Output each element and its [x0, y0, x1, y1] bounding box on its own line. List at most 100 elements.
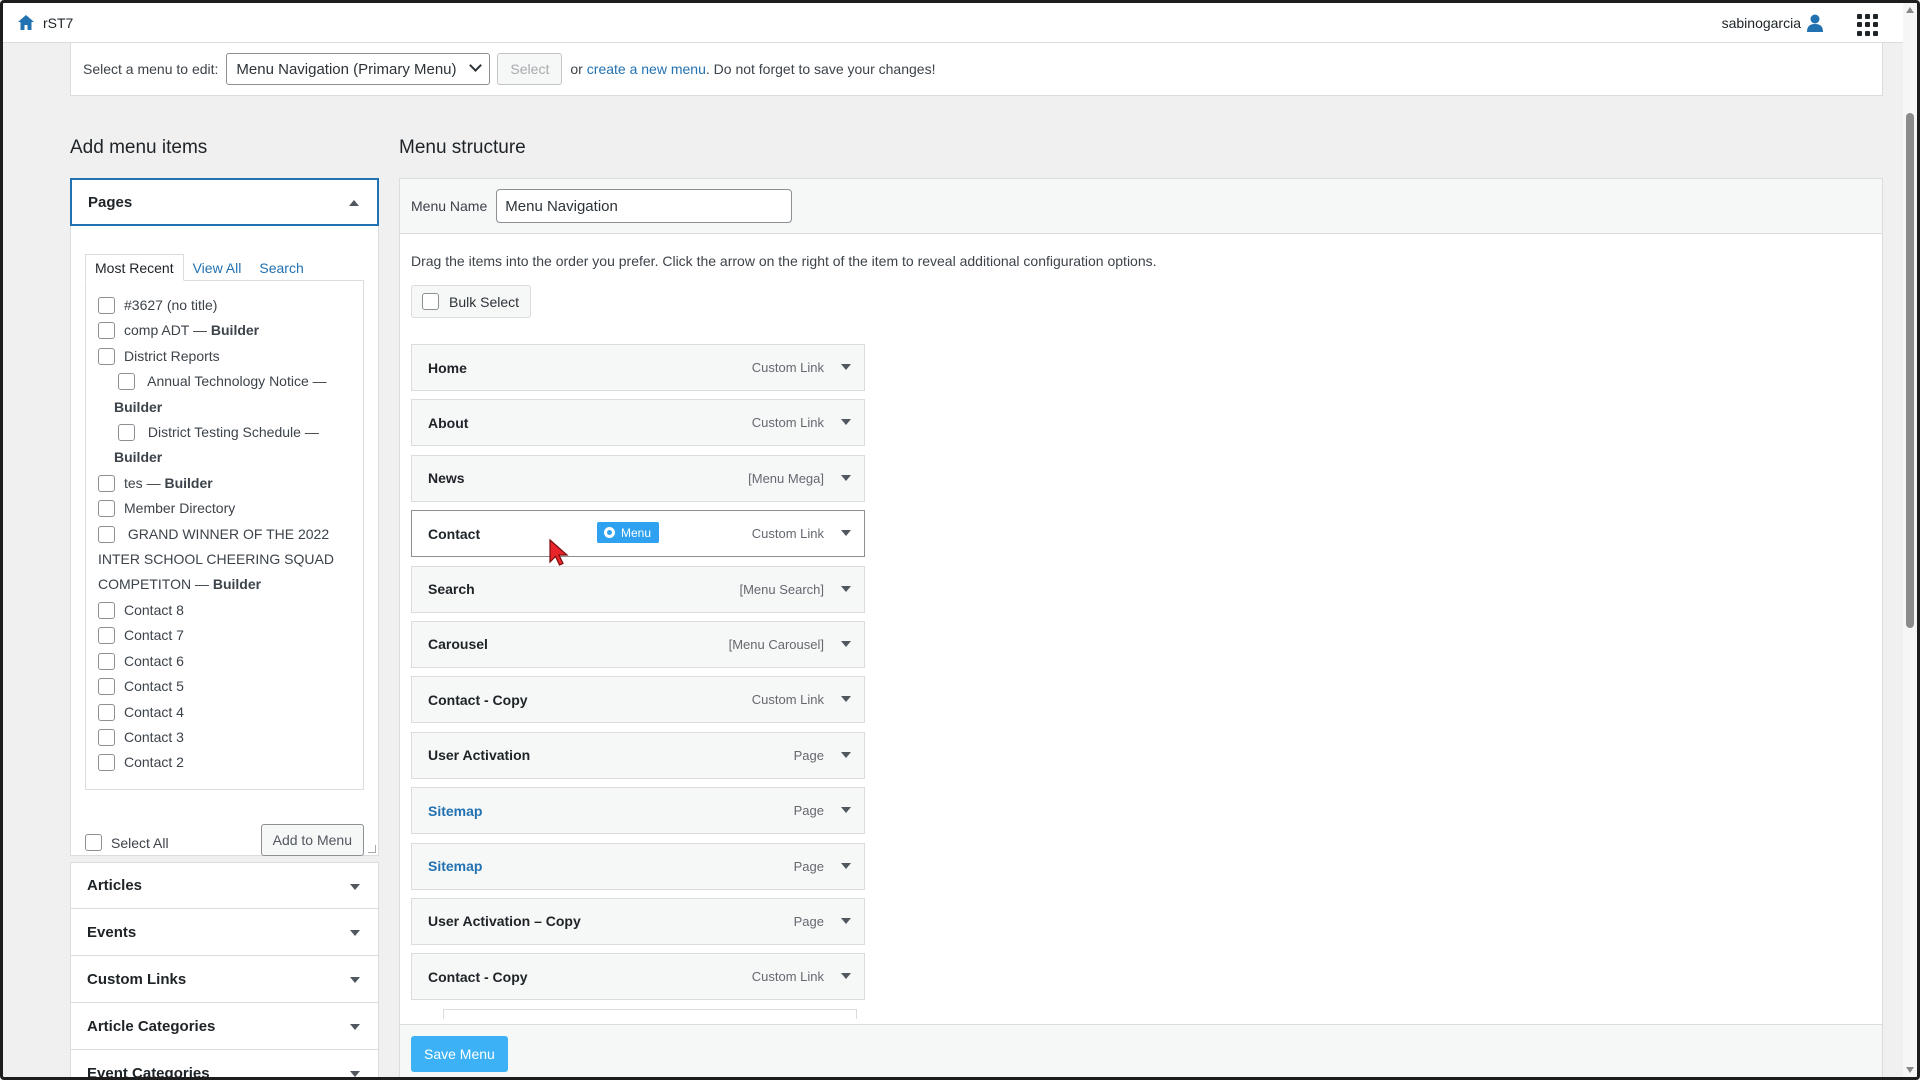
home-icon[interactable] [16, 13, 36, 33]
select-all-checkbox[interactable] [85, 834, 102, 851]
save-reminder-text: . Do not forget to save your changes! [705, 61, 936, 77]
menu-name-input[interactable]: Menu Navigation [496, 189, 793, 223]
pages-tabs: Most Recent View All Search [85, 254, 364, 281]
expand-arrow-icon[interactable] [350, 1071, 360, 1077]
app-frame: rST7 sabinogarcia Select a menu to edit:… [0, 0, 1920, 1080]
bulk-select-checkbox[interactable] [422, 293, 439, 310]
menu-item[interactable]: Search [Menu Search] [411, 565, 865, 613]
menu-item[interactable]: About Custom Link [411, 399, 865, 447]
page-checkbox[interactable] [118, 373, 135, 391]
page-checkbox[interactable] [98, 652, 115, 670]
page-item[interactable]: District Reports [98, 344, 351, 369]
events-accordion-header[interactable]: Events [70, 909, 379, 956]
tab-view-all[interactable]: View All [184, 254, 251, 281]
page-checkbox[interactable] [98, 347, 115, 365]
item-toggle-arrow-icon[interactable] [841, 640, 851, 647]
page-item[interactable]: Contact 2 [98, 750, 351, 775]
menu-name-label: Menu Name [411, 198, 488, 214]
page-checkbox[interactable] [98, 703, 115, 721]
menu-item-type: Custom Link [751, 526, 824, 542]
menu-select-bar: Select a menu to edit: Menu Navigation (… [70, 43, 1883, 96]
page-scrollbar[interactable] [1903, 3, 1917, 1077]
item-toggle-arrow-icon[interactable] [841, 973, 851, 980]
page-item[interactable]: Contact 7 [98, 623, 351, 648]
page-item[interactable]: Contact 4 [98, 700, 351, 725]
add-to-menu-button[interactable]: Add to Menu [260, 824, 364, 856]
collapse-arrow-icon[interactable] [349, 200, 359, 206]
item-toggle-arrow-icon[interactable] [841, 419, 851, 426]
scroll-up-icon[interactable] [1906, 7, 1914, 13]
scrollbar-thumb[interactable] [1906, 113, 1914, 628]
menu-item[interactable]: News [Menu Mega] [411, 454, 865, 502]
site-name[interactable]: rST7 [43, 15, 73, 31]
item-toggle-arrow-icon[interactable] [841, 751, 851, 758]
item-toggle-arrow-icon[interactable] [841, 585, 851, 592]
item-toggle-arrow-icon[interactable] [841, 530, 851, 537]
menu-item-title: User Activation [428, 747, 531, 764]
apps-grid-icon[interactable] [1857, 14, 1879, 36]
page-checkbox[interactable] [98, 500, 115, 518]
pages-accordion-body: Most Recent View All Search #3627 (no ti… [70, 226, 379, 856]
page-checkbox[interactable] [98, 322, 115, 340]
page-item[interactable]: Contact 8 [98, 598, 351, 623]
item-toggle-arrow-icon[interactable] [841, 364, 851, 370]
menu-select-dropdown[interactable]: Menu Navigation (Primary Menu) [226, 53, 491, 85]
page-item[interactable]: Contact 5 [98, 674, 351, 699]
select-button[interactable]: Select [497, 53, 563, 85]
expand-arrow-icon[interactable] [350, 884, 360, 890]
article-categories-accordion-header[interactable]: Article Categories [70, 1003, 379, 1050]
resize-handle[interactable] [368, 845, 376, 853]
page-checkbox[interactable] [98, 754, 115, 772]
page-checkbox[interactable] [98, 525, 115, 543]
page-item[interactable]: tes — Builder [98, 471, 351, 496]
custom-links-accordion-header[interactable]: Custom Links [70, 956, 379, 1003]
page-checkbox[interactable] [98, 728, 115, 746]
mega-menu-badge[interactable]: Menu [597, 522, 660, 544]
menu-item-title: Home [428, 359, 467, 376]
menu-item[interactable]: User Activation – Copy Page [411, 897, 865, 945]
expand-arrow-icon[interactable] [350, 930, 360, 936]
pages-accordion-header[interactable]: Pages [70, 178, 379, 226]
item-toggle-arrow-icon[interactable] [841, 917, 851, 924]
create-new-menu-link[interactable]: create a new menu [587, 61, 706, 77]
page-checkbox[interactable] [98, 678, 115, 696]
menu-item[interactable]: User Activation Page [411, 731, 865, 779]
user-icon[interactable] [1806, 13, 1826, 33]
page-item[interactable]: #3627 (no title) [98, 293, 351, 318]
tab-search[interactable]: Search [250, 254, 312, 281]
page-item[interactable]: Contact 3 [98, 725, 351, 750]
item-toggle-arrow-icon[interactable] [841, 696, 851, 703]
page-item[interactable]: Member Directory [98, 496, 351, 521]
tab-most-recent[interactable]: Most Recent [85, 254, 184, 281]
page-checkbox[interactable] [118, 424, 135, 442]
page-item[interactable]: GRAND WINNER OF THE 2022 INTER SCHOOL CH… [98, 522, 351, 598]
page-checkbox[interactable] [98, 474, 115, 492]
articles-accordion-header[interactable]: Articles [70, 862, 379, 909]
page-checkbox[interactable] [98, 297, 115, 314]
page-checkbox[interactable] [98, 601, 115, 619]
menu-item[interactable]: Sitemap Page [411, 842, 865, 890]
menu-item[interactable]: Contact Menu Custom Link [411, 510, 865, 558]
menu-item[interactable]: Contact - Copy Custom Link [411, 953, 865, 1001]
bulk-select[interactable]: Bulk Select [411, 285, 532, 318]
page-item[interactable]: Annual Technology Notice — Builder [98, 369, 351, 420]
menu-item[interactable]: Sitemap Page [411, 787, 865, 835]
menu-item[interactable]: Contact - Copy Custom Link [411, 676, 865, 724]
page-item[interactable]: District Testing Schedule — Builder [98, 420, 351, 471]
item-toggle-arrow-icon[interactable] [841, 807, 851, 814]
item-toggle-arrow-icon[interactable] [841, 862, 851, 869]
select-all[interactable]: Select All [85, 834, 169, 851]
item-toggle-arrow-icon[interactable] [841, 474, 851, 481]
scroll-down-icon[interactable] [1906, 1067, 1914, 1073]
event-categories-accordion-header[interactable]: Event Categories [70, 1050, 379, 1077]
menu-item[interactable]: Carousel [Menu Carousel] [411, 620, 865, 668]
username[interactable]: sabinogarcia [1722, 3, 1801, 43]
page-item[interactable]: Contact 6 [98, 649, 351, 674]
page-item[interactable]: comp ADT — Builder [98, 318, 351, 343]
expand-arrow-icon[interactable] [350, 1024, 360, 1030]
save-menu-button[interactable]: Save Menu [411, 1036, 508, 1072]
mouse-cursor-icon [548, 538, 572, 568]
page-checkbox[interactable] [98, 627, 115, 645]
expand-arrow-icon[interactable] [350, 977, 360, 983]
menu-item[interactable]: Home Custom Link [411, 344, 865, 391]
